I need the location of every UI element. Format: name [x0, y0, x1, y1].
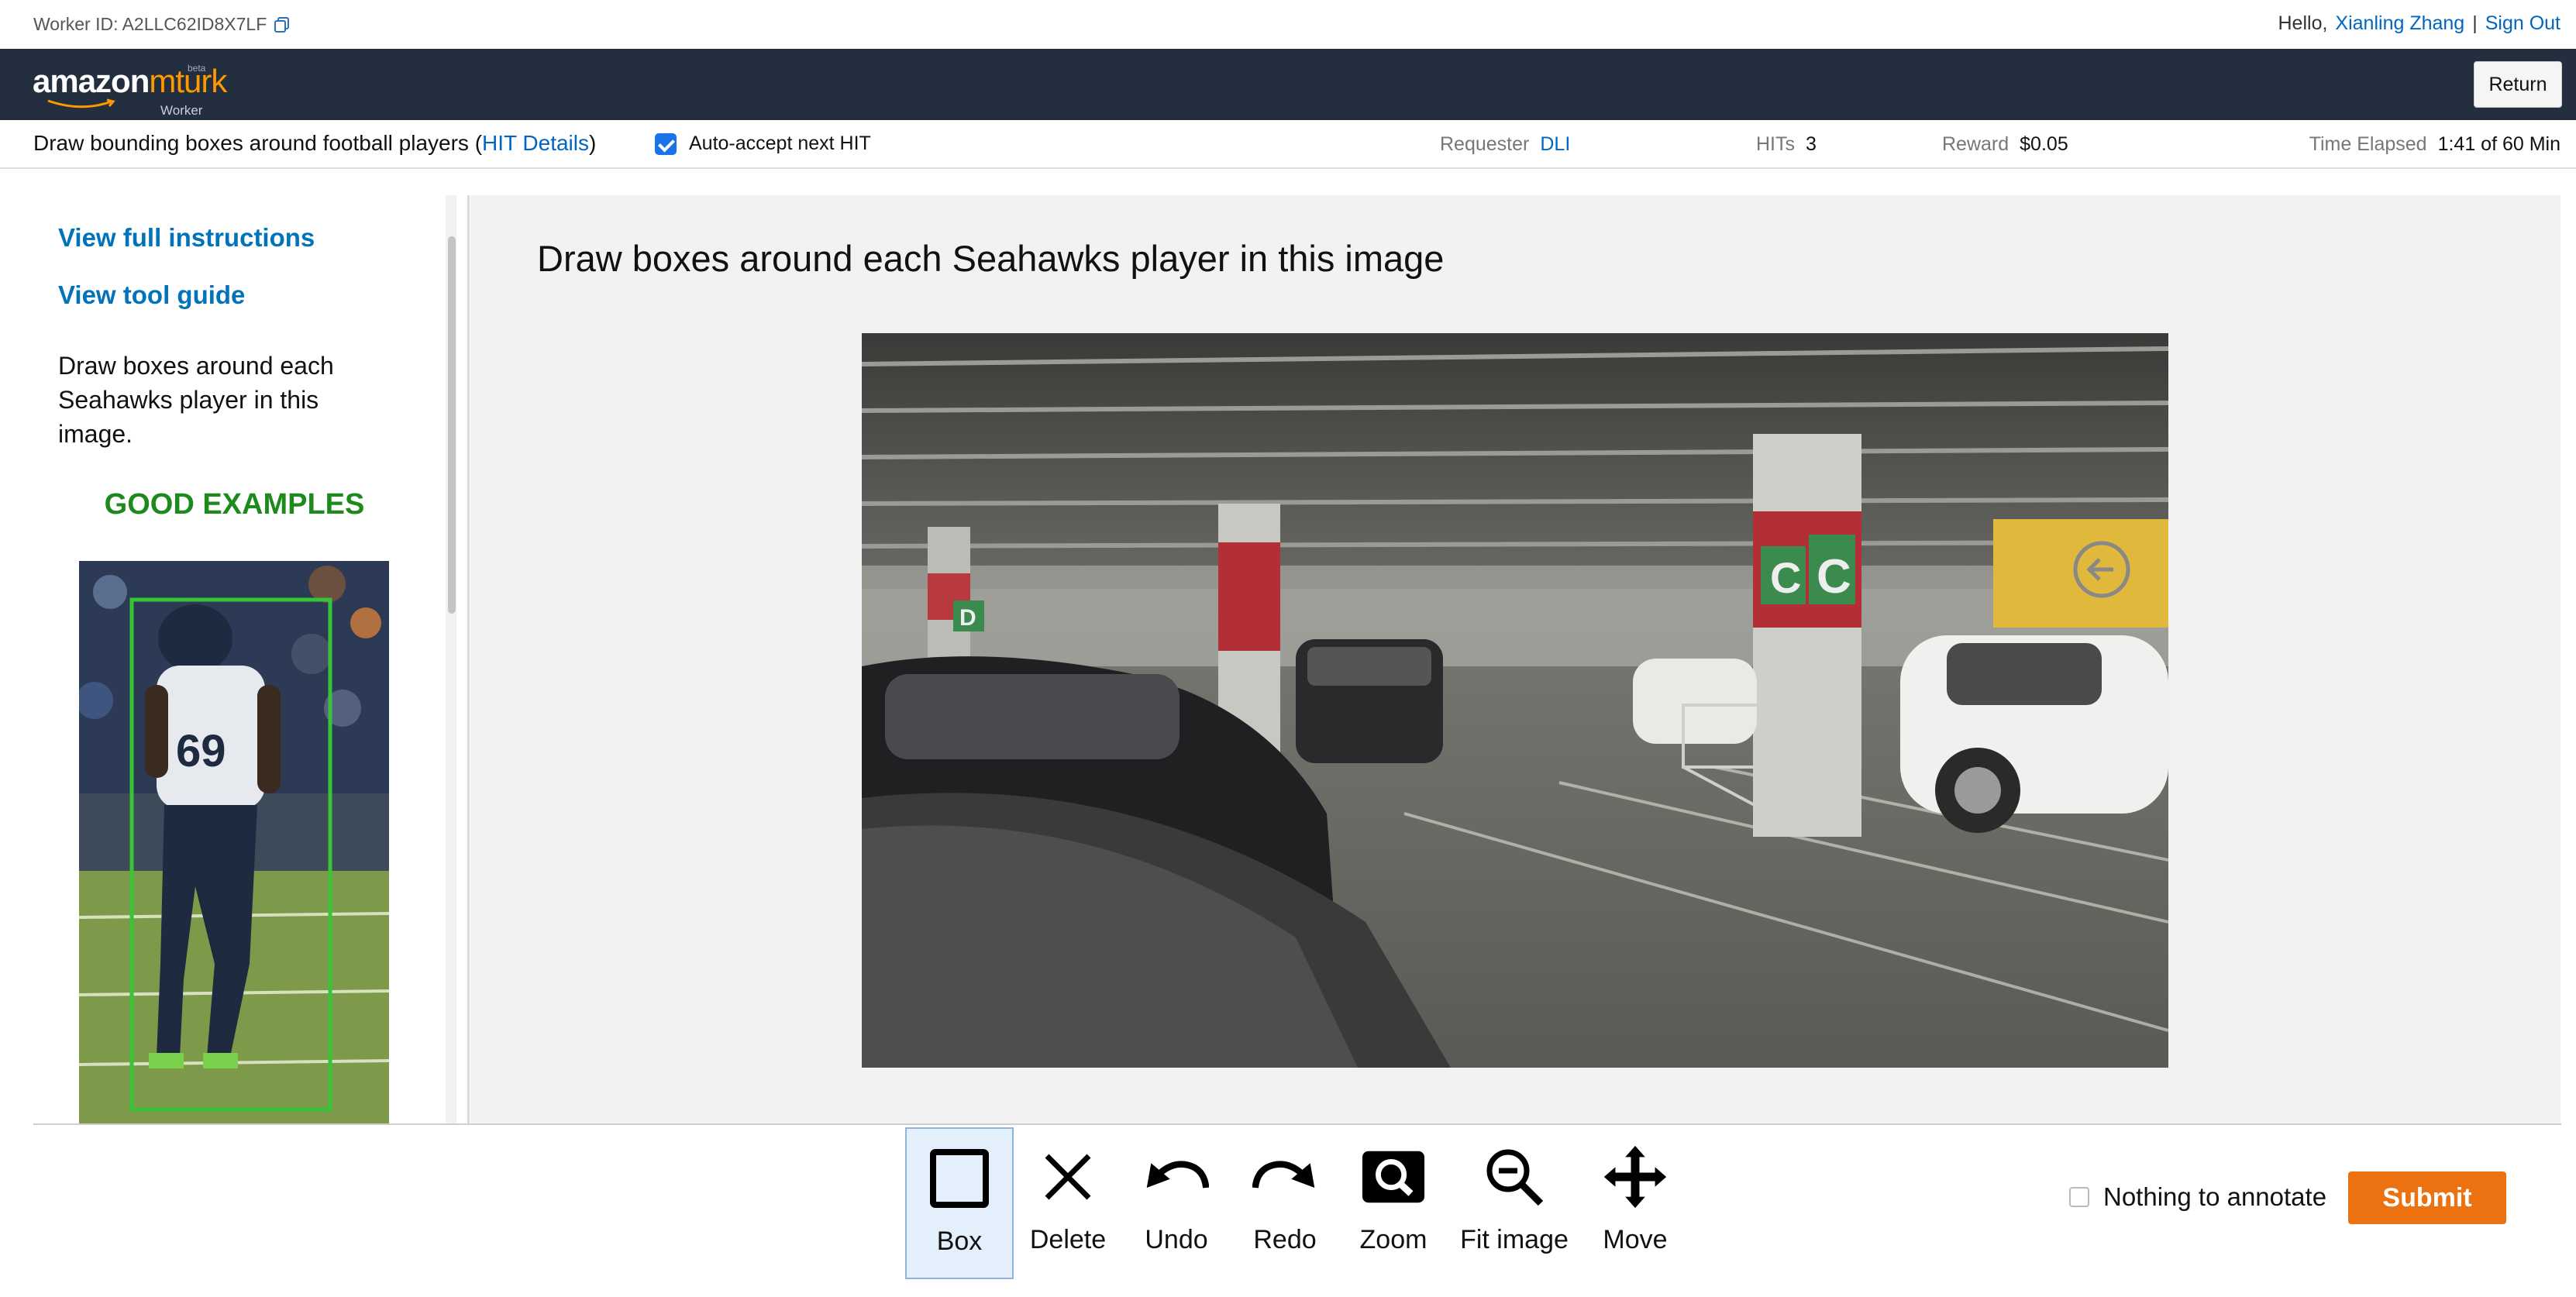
move-tool-button[interactable]: Move	[1581, 1127, 1689, 1279]
delete-tool-button[interactable]: Delete	[1014, 1127, 1122, 1279]
redo-tool-button[interactable]: Redo	[1231, 1127, 1339, 1279]
open-paren: (	[474, 131, 483, 155]
mturk-header: amazonmturk beta Worker Return	[0, 49, 2576, 120]
fit-image-tool-label: Fit image	[1460, 1225, 1569, 1254]
reward-info: Reward $0.05	[1942, 133, 2068, 156]
worker-id-text: Worker ID: A2LLC62ID8X7LF	[33, 14, 267, 34]
instructions-scrollbar-thumb[interactable]	[448, 236, 456, 614]
hit-title-text: Draw bounding boxes around football play…	[33, 131, 469, 155]
hit-title: Draw bounding boxes around football play…	[33, 131, 596, 156]
box-tool-button[interactable]: Box	[905, 1127, 1014, 1279]
nothing-to-annotate: Nothing to annotate	[2069, 1182, 2326, 1212]
return-button[interactable]: Return	[2474, 61, 2562, 108]
time-elapsed-label: Time Elapsed	[2309, 133, 2427, 155]
square-icon	[930, 1149, 989, 1208]
nothing-to-annotate-label: Nothing to annotate	[2103, 1182, 2327, 1211]
hits-value: 3	[1806, 133, 1817, 155]
auto-accept-checkbox[interactable]	[655, 132, 677, 155]
redo-tool-label: Redo	[1253, 1225, 1317, 1254]
panel-divider[interactable]	[467, 195, 470, 1123]
user-name-link[interactable]: Xianling Zhang	[2335, 12, 2464, 35]
annotation-image[interactable]: D C C	[862, 333, 2168, 1068]
good-examples-heading: GOOD EXAMPLES	[104, 488, 365, 521]
zoom-out-icon	[1486, 1149, 1544, 1206]
pillar-sign-c1: C	[1770, 553, 1801, 602]
view-tool-guide-link[interactable]: View tool guide	[58, 280, 245, 310]
separator: |	[2472, 12, 2478, 34]
zoom-tool-button[interactable]: Zoom	[1339, 1127, 1448, 1279]
good-example-image: 69	[79, 561, 389, 1123]
undo-tool-button[interactable]: Undo	[1122, 1127, 1231, 1279]
hit-details-link[interactable]: HIT Details	[482, 131, 589, 155]
task-prompt: Draw boxes around each Seahawks player i…	[537, 238, 1445, 279]
requester-label: Requester	[1440, 133, 1530, 155]
worker-bar: Worker ID: A2LLC62ID8X7LF Hello, Xianlin…	[0, 0, 2576, 49]
hits-label: HITs	[1756, 133, 1795, 155]
logo-worker: Worker	[160, 103, 203, 118]
auto-accept-label: Auto-accept next HIT	[689, 132, 871, 154]
nothing-to-annotate-checkbox[interactable]	[2069, 1187, 2089, 1207]
copy-icon[interactable]	[273, 15, 291, 34]
redo-icon	[1252, 1161, 1315, 1189]
zoom-icon	[1362, 1151, 1425, 1203]
mturk-logo[interactable]: amazonmturk beta Worker	[33, 63, 227, 118]
fit-image-tool-button[interactable]: Fit image	[1460, 1127, 1569, 1279]
pillar-sign-c2: C	[1817, 550, 1851, 604]
view-full-instructions-link[interactable]: View full instructions	[58, 223, 315, 253]
logo-beta: beta	[188, 63, 206, 74]
box-tool-label: Box	[936, 1226, 983, 1256]
auto-accept: Auto-accept next HIT	[655, 132, 871, 155]
reward-label: Reward	[1942, 133, 2009, 155]
user-links: Hello, Xianling Zhang | Sign Out	[2278, 12, 2561, 35]
requester-link[interactable]: DLI	[1540, 133, 1570, 156]
move-icon	[1603, 1145, 1667, 1209]
hit-info-bar: Draw bounding boxes around football play…	[0, 120, 2576, 169]
sign-out-link[interactable]: Sign Out	[2485, 12, 2561, 35]
zoom-tool-label: Zoom	[1359, 1225, 1427, 1254]
instructions-text: Draw boxes around each Seahawks player i…	[58, 352, 334, 448]
greeting: Hello,	[2278, 12, 2328, 34]
x-icon	[1045, 1154, 1091, 1200]
requester-info: Requester DLI	[1440, 133, 1570, 156]
annotation-work-area: Draw boxes around each Seahawks player i…	[470, 195, 2561, 1123]
undo-tool-label: Undo	[1145, 1225, 1208, 1254]
move-tool-label: Move	[1603, 1225, 1668, 1254]
amazon-smile-icon	[47, 98, 115, 108]
time-elapsed-info: Time Elapsed 1:41 of 60 Min	[2309, 133, 2561, 156]
worker-id: Worker ID: A2LLC62ID8X7LF	[33, 14, 291, 35]
time-elapsed-value: 1:41 of 60 Min	[2437, 133, 2561, 155]
close-paren: )	[589, 131, 597, 155]
example-jersey-number: 69	[176, 726, 226, 776]
pillar-sign-d: D	[959, 605, 976, 631]
logo-amazon: amazon	[33, 63, 150, 99]
undo-icon	[1146, 1161, 1209, 1189]
hits-info: HITs 3	[1756, 133, 1817, 156]
submit-button[interactable]: Submit	[2348, 1171, 2506, 1224]
reward-value: $0.05	[2020, 133, 2068, 155]
instructions-panel: View full instructions View tool guide D…	[0, 169, 446, 1123]
delete-tool-label: Delete	[1029, 1225, 1107, 1254]
